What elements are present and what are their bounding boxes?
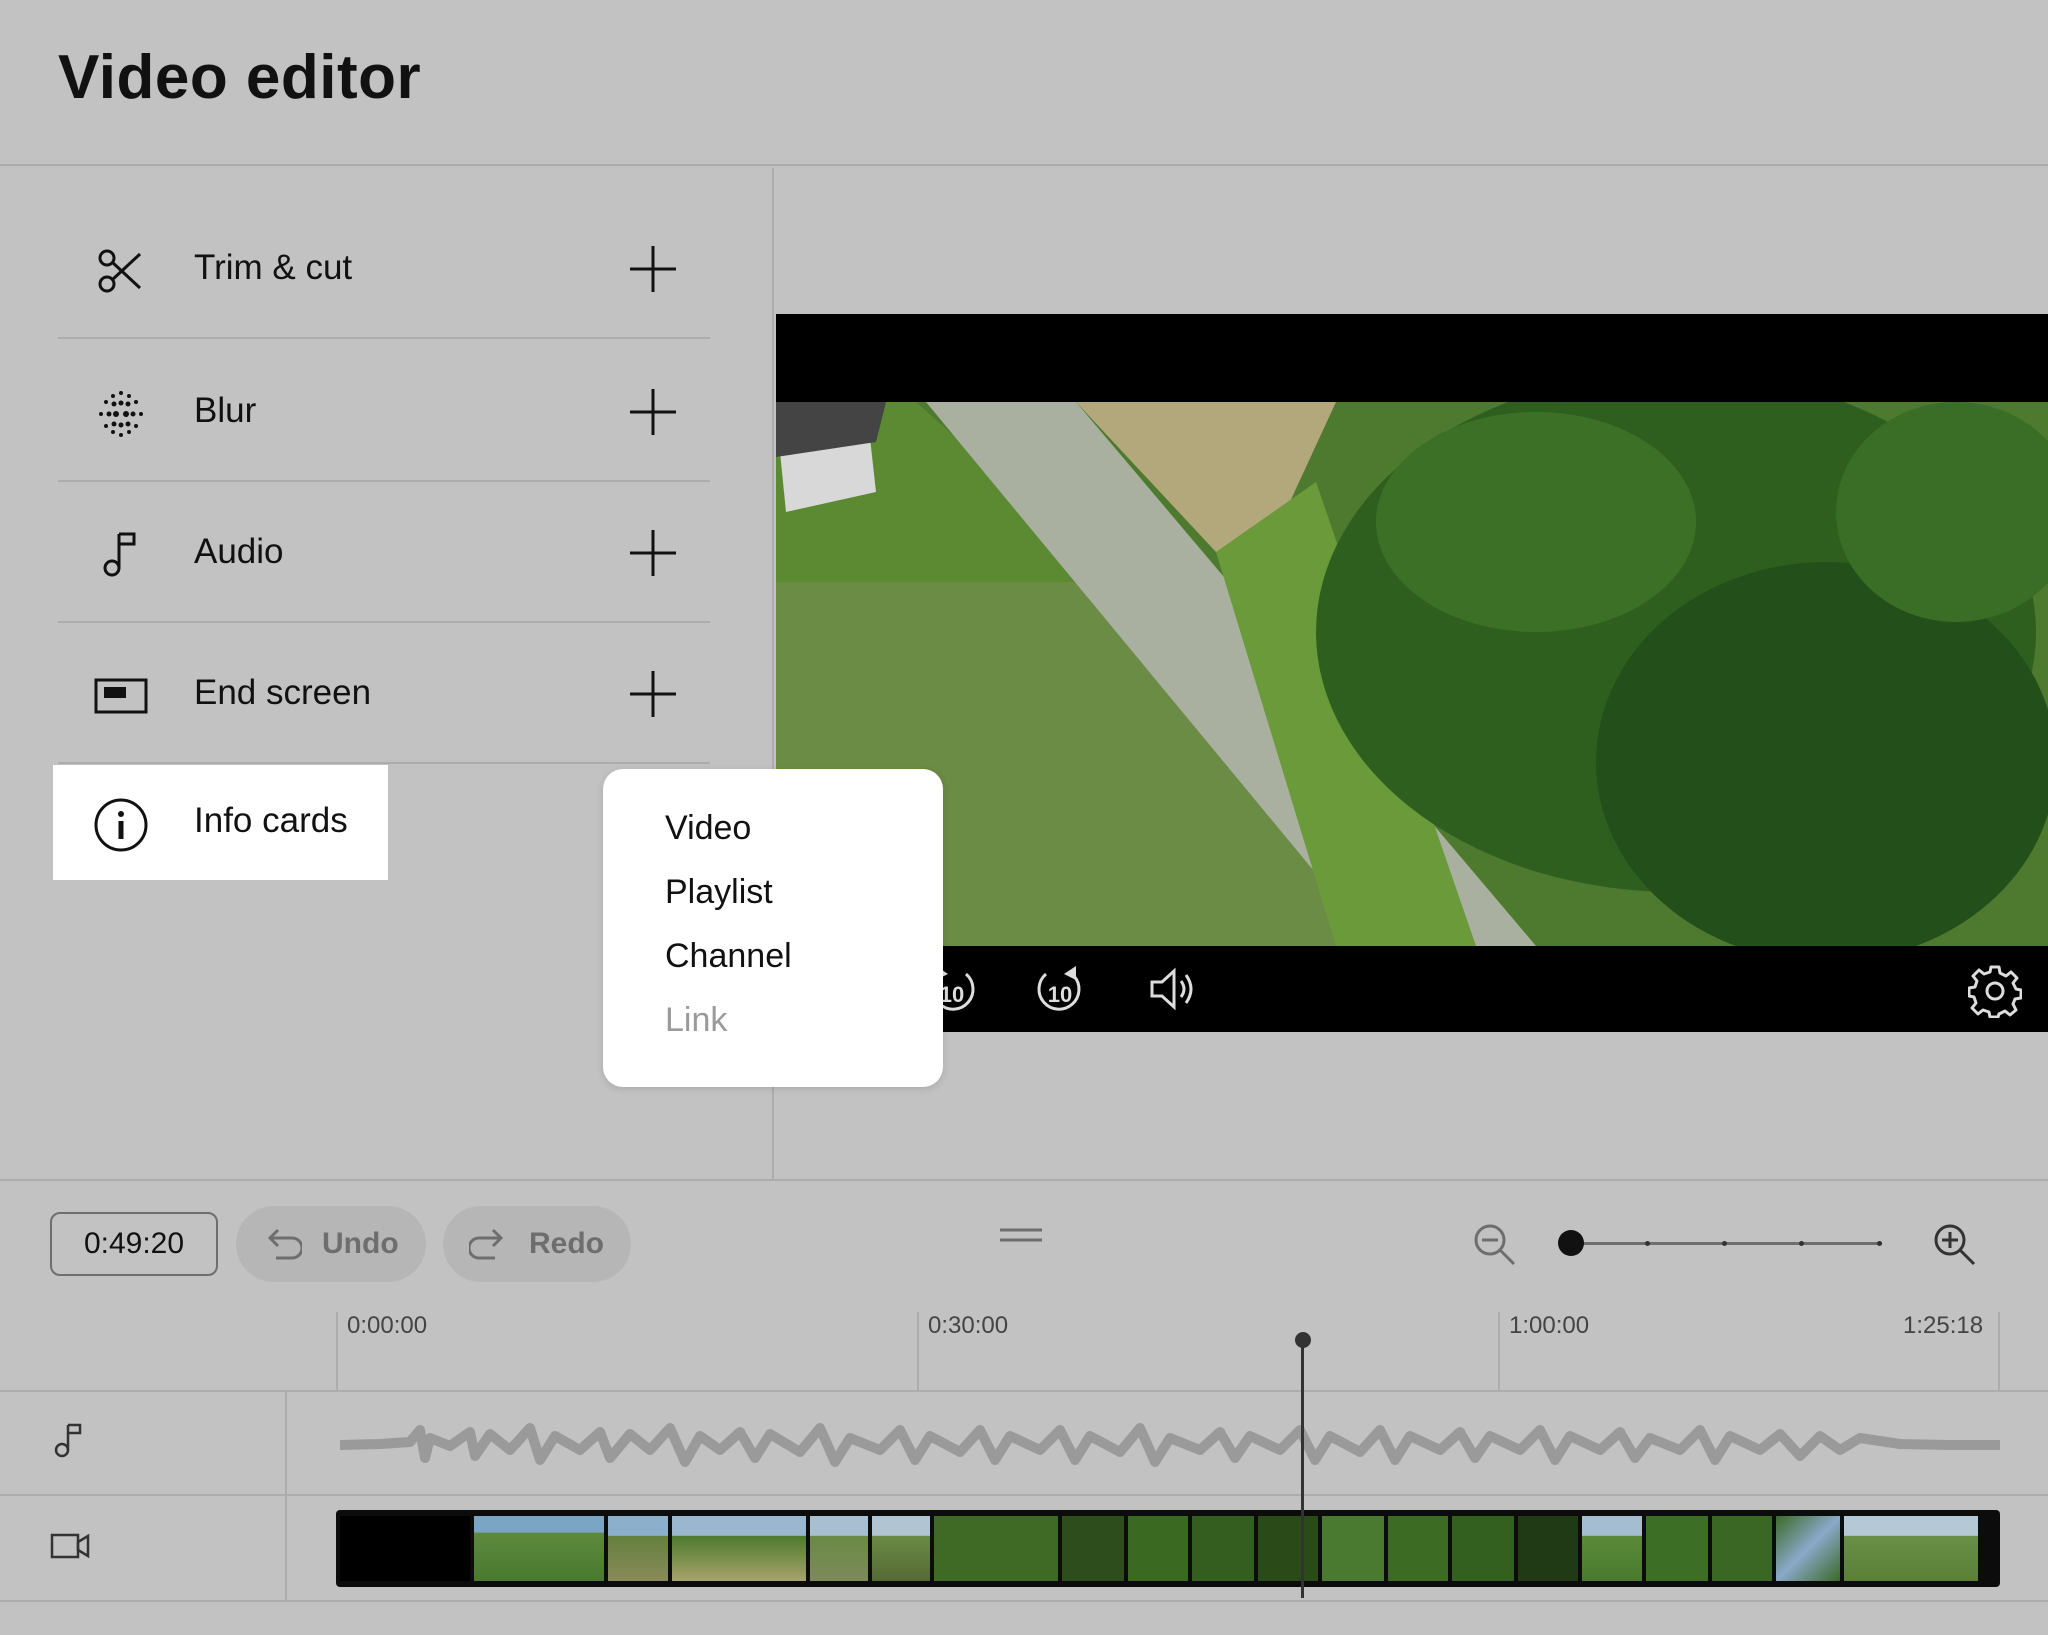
audio-track-icon [54,1423,82,1458]
undo-icon [267,1228,302,1260]
ruler-tick [1498,1312,1500,1390]
menu-item-playlist[interactable]: Playlist [665,873,773,912]
filmstrip-thumbnail [1258,1516,1318,1581]
ruler-tick [1998,1312,2000,1390]
current-timecode: 0:49:20 [50,1212,218,1276]
ruler-label: 0:30:00 [928,1312,1009,1339]
tool-label: End screen [194,673,372,712]
undo-button[interactable]: Undo [236,1206,426,1282]
divider [0,1494,2048,1496]
blur-icon [99,391,143,437]
filmstrip-thumbnail [1322,1516,1384,1581]
menu-item-channel[interactable]: Channel [665,937,792,976]
volume-icon[interactable] [1148,966,1200,1012]
filmstrip-thumbnail [474,1516,604,1581]
tool-label: Audio [194,532,284,571]
playhead-line[interactable] [1301,1340,1304,1598]
filmstrip-thumbnail [1776,1516,1840,1581]
tool-label: Info cards [194,801,348,840]
audio-waveform [340,1423,2000,1467]
playhead-handle[interactable] [1295,1332,1311,1348]
forward-10-icon[interactable]: 10 [1034,960,1086,1016]
filmstrip-thumbnail [934,1516,1058,1581]
skip-seconds-label: 10 [940,982,964,1007]
info-icon [94,798,148,852]
zoom-tick [1722,1241,1727,1246]
ruler-tick [336,1312,338,1390]
tool-audio[interactable]: Audio [58,482,710,623]
filmstrip-thumbnail [1062,1516,1124,1581]
add-icon[interactable] [628,244,678,294]
filmstrip-thumbnail [340,1516,470,1581]
redo-button[interactable]: Redo [443,1206,631,1282]
info-cards-menu: Video Playlist Channel Link [603,769,943,1087]
scissors-icon [98,249,142,293]
filmstrip-thumbnail [810,1516,868,1581]
tool-end-screen[interactable]: End screen [58,623,710,764]
redo-icon [469,1228,504,1260]
ruler-label: 1:00:00 [1509,1312,1590,1339]
ruler-baseline [0,1390,2048,1392]
drag-handle-icon[interactable] [1000,1227,1042,1243]
ruler-tick [917,1312,919,1390]
header: Video editor [0,0,2048,166]
page-title: Video editor [58,43,422,112]
menu-item-video[interactable]: Video [665,809,751,848]
tool-label: Blur [194,391,257,430]
filmstrip-thumbnail [672,1516,806,1581]
undo-label: Undo [322,1227,399,1260]
track-header-divider [285,1392,287,1602]
video-filmstrip[interactable] [336,1510,2000,1587]
add-icon[interactable] [628,669,678,719]
ruler-label: 1:25:18 [1903,1312,1984,1339]
menu-item-link: Link [665,1001,728,1039]
filmstrip-thumbnail [1128,1516,1188,1581]
music-note-icon [103,532,136,577]
video-player[interactable]: 10 10 [776,314,2048,1032]
video-track-icon [50,1533,90,1559]
add-icon[interactable] [628,387,678,437]
filmstrip-thumbnail [1452,1516,1514,1581]
zoom-slider-thumb[interactable] [1558,1230,1584,1256]
filmstrip-thumbnail [1712,1516,1772,1581]
tool-blur[interactable]: Blur [58,341,710,482]
filmstrip-thumbnail [608,1516,668,1581]
add-icon[interactable] [628,528,678,578]
zoom-tick [1799,1241,1804,1246]
redo-label: Redo [529,1227,604,1260]
zoom-tick [1645,1241,1650,1246]
skip-seconds-label: 10 [1048,982,1072,1007]
ruler-label: 0:00:00 [347,1312,428,1339]
filmstrip-thumbnail [1582,1516,1642,1581]
divider [0,1600,2048,1602]
player-controls: 10 10 [776,946,2048,1032]
filmstrip-thumbnail [1646,1516,1708,1581]
divider [0,1179,2048,1181]
zoom-tick [1877,1241,1882,1246]
zoom-out-icon[interactable] [1472,1222,1516,1266]
filmstrip-thumbnail [1388,1516,1448,1581]
tool-trim-cut[interactable]: Trim & cut [58,198,710,339]
settings-gear-icon[interactable] [1968,964,2022,1018]
tool-info-cards[interactable]: Info cards [53,765,388,880]
zoom-in-icon[interactable] [1932,1222,1976,1266]
end-screen-icon [94,678,148,714]
filmstrip-thumbnail [1192,1516,1254,1581]
video-frame [776,402,2048,946]
filmstrip-thumbnail [1844,1516,1978,1581]
filmstrip-thumbnail [1518,1516,1578,1581]
filmstrip-thumbnail [872,1516,930,1581]
tool-label: Trim & cut [194,248,353,287]
